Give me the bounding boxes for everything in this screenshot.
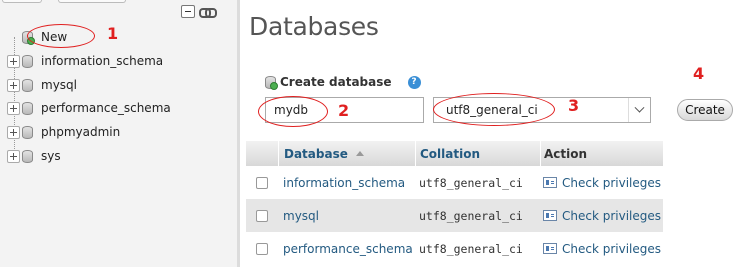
check-privileges-link[interactable]: Check privileges xyxy=(562,209,661,223)
tree-item-database[interactable]: performance_schema xyxy=(7,98,171,118)
new-database-icon xyxy=(265,75,278,90)
create-button[interactable]: Create xyxy=(677,99,733,121)
tree-item-database[interactable]: information_schema xyxy=(7,51,163,71)
tree-item-label: mysql xyxy=(41,78,77,92)
table-row: mysql utf8_general_ci Check privileges xyxy=(246,199,663,232)
expand-icon[interactable] xyxy=(7,125,20,139)
tree-item-database[interactable]: sys xyxy=(7,146,61,166)
collation-cell: utf8_general_ci xyxy=(419,241,523,256)
row-checkbox[interactable] xyxy=(256,242,268,255)
database-cell: mysql xyxy=(278,209,415,223)
page-title: Databases xyxy=(249,12,379,41)
privileges-icon xyxy=(543,243,557,254)
column-header-collation[interactable]: Collation xyxy=(415,141,540,166)
database-icon xyxy=(22,101,33,115)
column-header-action: Action xyxy=(540,141,663,166)
expand-icon[interactable] xyxy=(7,149,20,163)
annotation-ellipse xyxy=(258,96,328,127)
help-icon[interactable]: ? xyxy=(407,75,421,89)
table-header: Database Collation Action xyxy=(246,141,663,166)
annotation-number: 1 xyxy=(107,24,119,43)
expand-icon[interactable] xyxy=(7,78,20,92)
column-header-database[interactable]: Database xyxy=(278,141,415,166)
action-cell: Check privileges xyxy=(540,242,663,256)
expand-icon[interactable] xyxy=(7,54,20,68)
database-link[interactable]: performance_schema xyxy=(283,242,413,256)
row-check-cell xyxy=(246,209,278,222)
tree-item-database[interactable]: phpmyadmin xyxy=(7,122,120,142)
check-privileges-link[interactable]: Check privileges xyxy=(562,242,661,256)
sidebar-top-tabs xyxy=(0,0,130,4)
collapse-all-icon[interactable] xyxy=(181,5,195,18)
row-check-cell xyxy=(246,176,278,189)
create-database-label: Create database xyxy=(280,75,392,89)
expand-icon[interactable] xyxy=(7,101,20,115)
database-cell: information_schema xyxy=(278,176,415,190)
link-with-main-icon[interactable] xyxy=(199,5,217,18)
row-checkbox[interactable] xyxy=(256,176,268,189)
annotation-number: 4 xyxy=(693,64,705,83)
check-privileges-link[interactable]: Check privileges xyxy=(562,176,661,190)
privileges-icon xyxy=(543,210,557,221)
database-link[interactable]: mysql xyxy=(283,209,319,223)
database-icon xyxy=(22,54,33,68)
tree-item-label: performance_schema xyxy=(41,101,171,115)
row-checkbox[interactable] xyxy=(256,209,268,222)
annotation-ellipse xyxy=(27,24,95,48)
database-icon xyxy=(22,78,33,92)
main-content: Databases Create database ? utf8_general… xyxy=(243,0,735,267)
annotation-number: 3 xyxy=(568,96,580,115)
sidebar-controls xyxy=(181,5,217,18)
database-cell: performance_schema xyxy=(278,242,415,256)
sort-ascending-icon xyxy=(355,151,364,156)
annotation-ellipse xyxy=(433,93,555,126)
databases-table: Database Collation Action information_sc… xyxy=(246,141,663,265)
tree-item-label: information_schema xyxy=(41,54,164,68)
table-row: performance_schema utf8_general_ci Check… xyxy=(246,232,663,265)
chevron-down-icon[interactable] xyxy=(628,98,650,122)
sidebar-top-tab[interactable] xyxy=(2,0,42,3)
database-link[interactable]: information_schema xyxy=(283,176,405,190)
database-icon xyxy=(22,125,33,139)
privileges-icon xyxy=(543,177,557,188)
collation-cell: utf8_general_ci xyxy=(419,175,523,190)
action-cell: Check privileges xyxy=(540,176,663,190)
row-check-cell xyxy=(246,242,278,255)
create-database-header: Create database ? xyxy=(265,75,421,90)
collation-cell: utf8_general_ci xyxy=(419,208,523,223)
tree-item-database[interactable]: mysql xyxy=(7,75,77,95)
database-icon xyxy=(22,149,33,163)
table-row: information_schema utf8_general_ci Check… xyxy=(246,166,663,199)
action-cell: Check privileges xyxy=(540,209,663,223)
sidebar-top-tab[interactable] xyxy=(58,0,126,3)
column-header-label: Database xyxy=(284,146,348,161)
tree-item-label: sys xyxy=(41,149,61,163)
annotation-number: 2 xyxy=(338,101,350,120)
tree-item-label: phpmyadmin xyxy=(41,125,121,139)
